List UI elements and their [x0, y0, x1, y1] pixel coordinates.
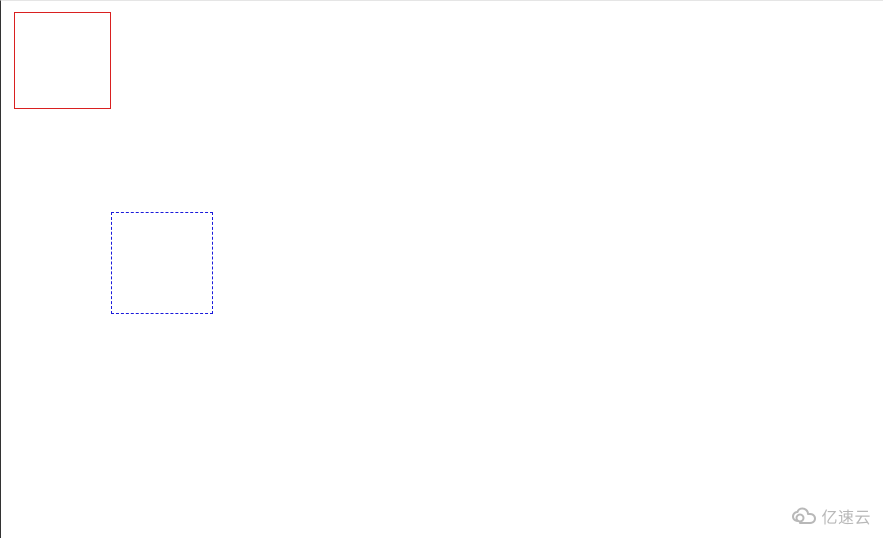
demo-viewport: 亿速云	[0, 0, 883, 538]
red-solid-box	[14, 12, 111, 109]
blue-dashed-box	[111, 212, 213, 314]
watermark-text: 亿速云	[821, 504, 871, 528]
cloud-loop-icon	[791, 507, 817, 525]
watermark: 亿速云	[791, 504, 871, 528]
